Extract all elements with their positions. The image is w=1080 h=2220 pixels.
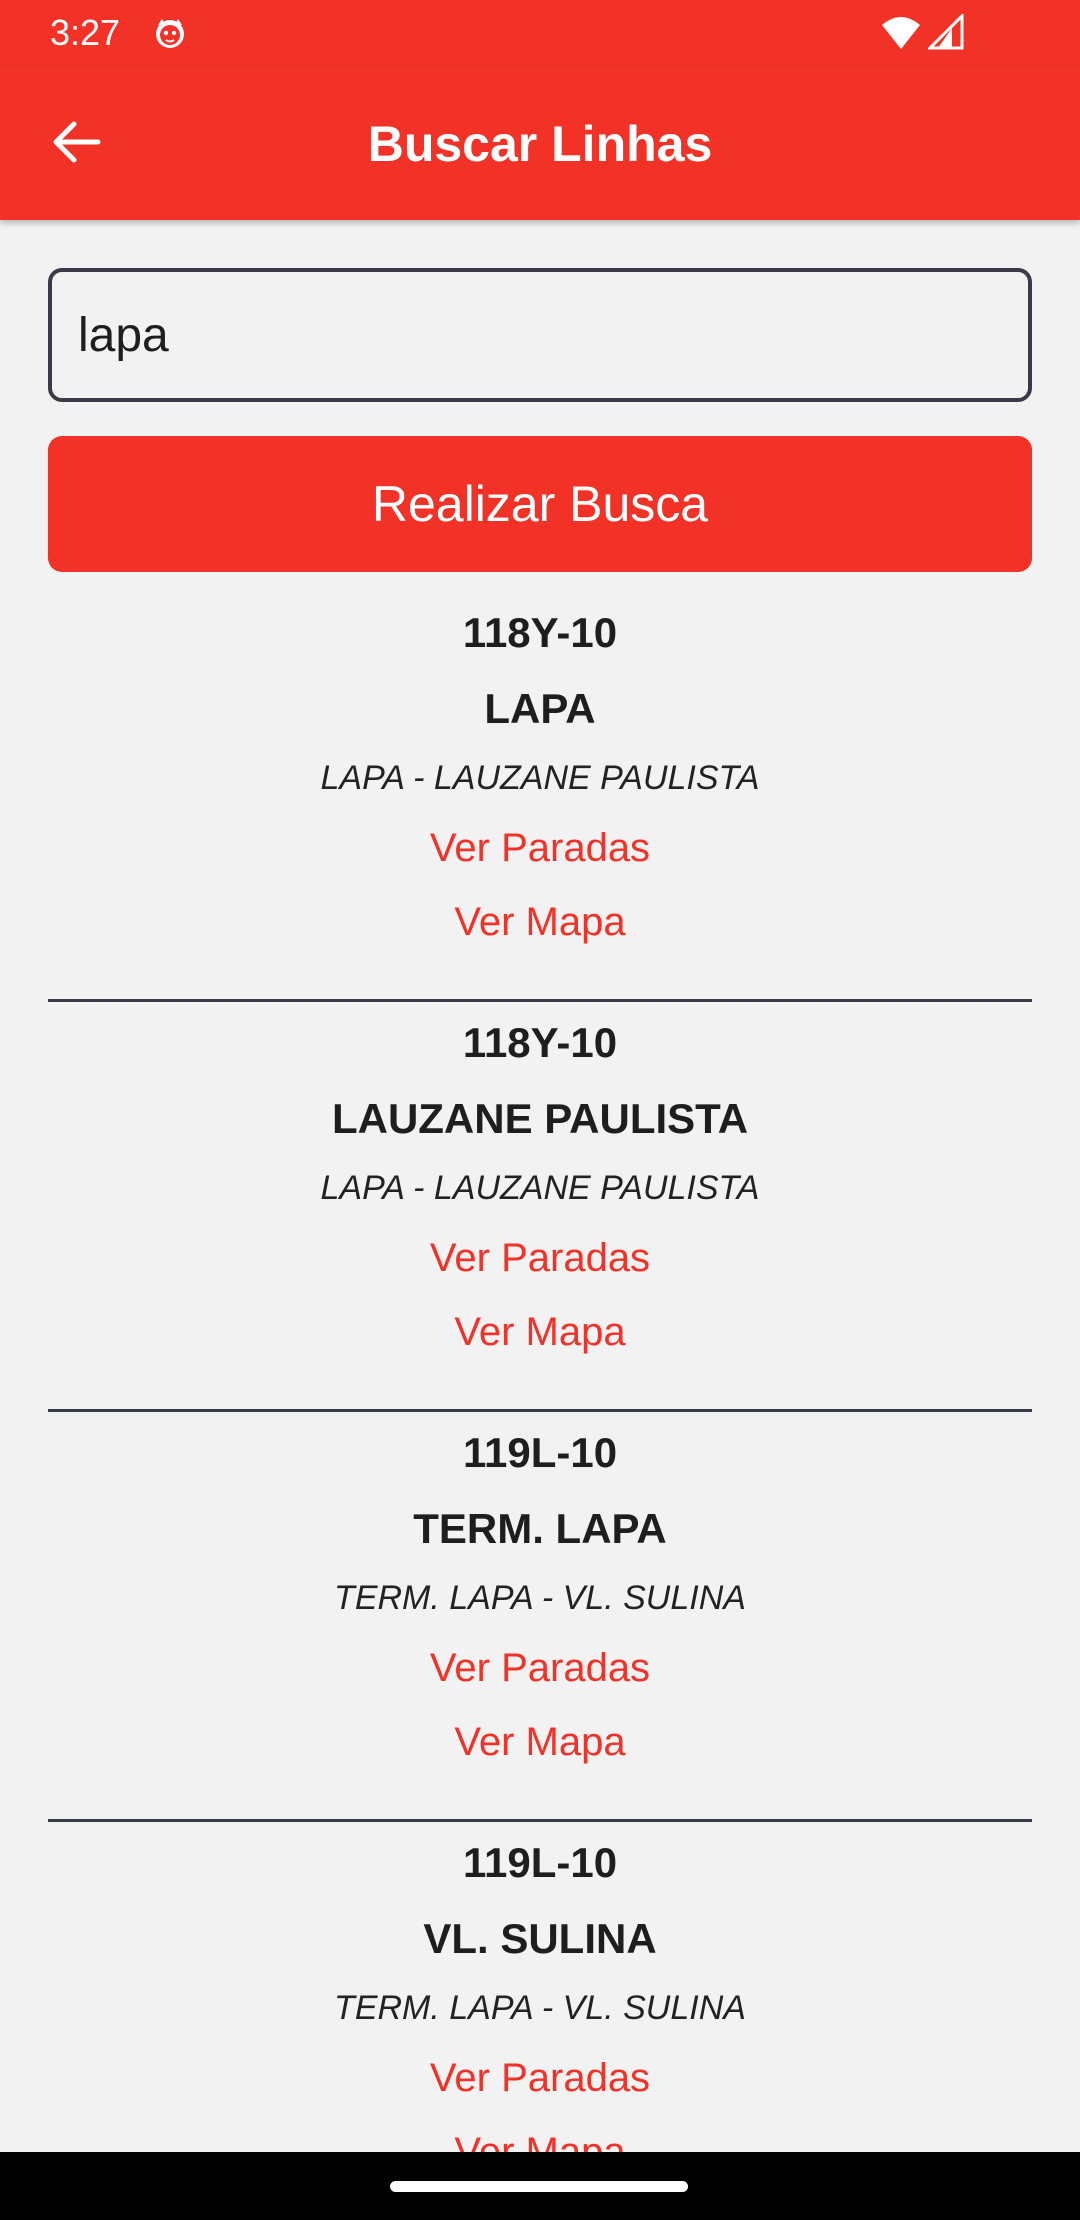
- status-time: 3:27: [50, 12, 121, 53]
- view-stops-link[interactable]: Ver Paradas: [48, 2054, 1032, 2102]
- line-destination: TERM. LAPA: [413, 1505, 667, 1552]
- line-route: LAPA - LAUZANE PAULISTA: [320, 759, 760, 797]
- search-input[interactable]: [78, 307, 1028, 363]
- line-code: 118Y-10: [462, 609, 618, 656]
- line-destination: LAPA: [484, 685, 596, 732]
- home-gesture-handle[interactable]: [390, 2181, 688, 2192]
- notification-cat-icon: [156, 19, 184, 48]
- view-map-link[interactable]: Ver Mapa: [48, 898, 1032, 946]
- app-screen: 3:27 Buscar Linhas Realizar Busca: [0, 0, 1080, 2220]
- list-item: 118Y-10 LAPA LAPA - LAUZANE PAULISTA Ver…: [48, 592, 1032, 1002]
- view-map-link[interactable]: Ver Mapa: [48, 1718, 1032, 1766]
- line-route: TERM. LAPA - VL. SULINA: [334, 1989, 746, 2027]
- line-destination: LAUZANE PAULISTA: [331, 1095, 749, 1142]
- line-route: LAPA - LAUZANE PAULISTA: [320, 1169, 760, 1207]
- line-code: 119L-10: [462, 1839, 618, 1886]
- list-item: 118Y-10 LAUZANE PAULISTA LAPA - LAUZANE …: [48, 1002, 1032, 1412]
- status-bar: 3:27: [0, 0, 1080, 66]
- line-code: 118Y-10: [462, 1019, 618, 1066]
- line-route: TERM. LAPA - VL. SULINA: [334, 1579, 746, 1617]
- view-stops-link[interactable]: Ver Paradas: [48, 824, 1032, 872]
- line-code: 119L-10: [462, 1429, 618, 1476]
- view-stops-link[interactable]: Ver Paradas: [48, 1234, 1032, 1282]
- results-list: 118Y-10 LAPA LAPA - LAUZANE PAULISTA Ver…: [48, 592, 1032, 2220]
- list-item: 119L-10 TERM. LAPA TERM. LAPA - VL. SULI…: [48, 1412, 1032, 1822]
- view-stops-link[interactable]: Ver Paradas: [48, 1644, 1032, 1692]
- page-title: Buscar Linhas: [367, 116, 713, 172]
- signal-icon: [928, 14, 964, 50]
- wifi-icon: [882, 17, 920, 49]
- app-bar: Buscar Linhas: [0, 66, 1080, 220]
- line-destination: VL. SULINA: [423, 1915, 657, 1962]
- search-field[interactable]: [48, 268, 1032, 402]
- view-map-link[interactable]: Ver Mapa: [48, 1308, 1032, 1356]
- search-button[interactable]: Realizar Busca: [48, 436, 1032, 572]
- navigation-bar: [0, 2152, 1080, 2220]
